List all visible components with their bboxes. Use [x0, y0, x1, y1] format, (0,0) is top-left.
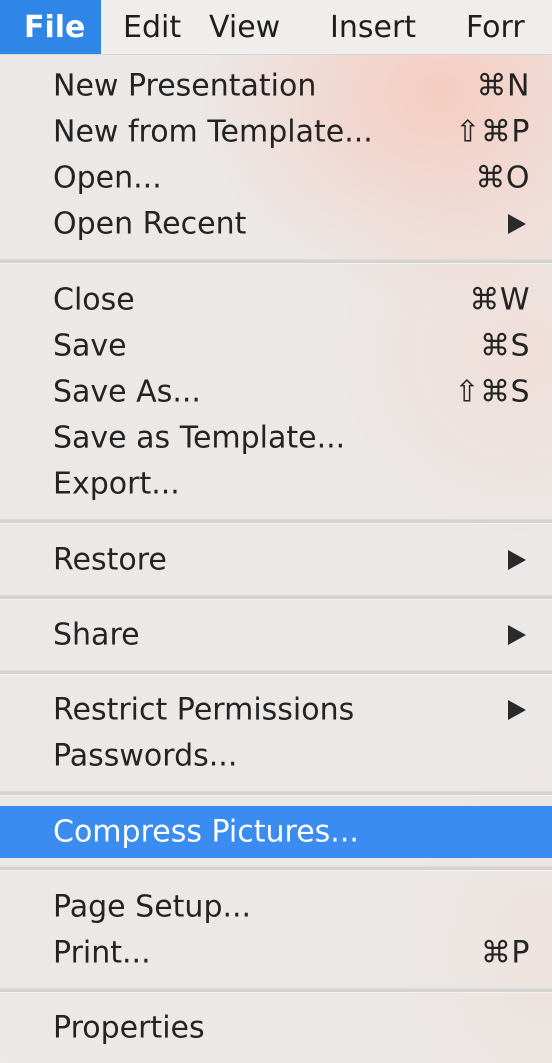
menu-item-passwords[interactable]: Passwords... [0, 733, 552, 779]
menu-item-new-presentation[interactable]: New Presentation ⌘N [0, 63, 552, 109]
menu-item-label: Passwords... [53, 738, 238, 774]
menu-item-label: Save As... [53, 374, 201, 410]
shortcut-label: ⌘S [479, 328, 530, 364]
screen: File Edit View Insert Forr New Presentat… [0, 0, 552, 1063]
menu-item-save-as[interactable]: Save As... ⇧⌘S [0, 369, 552, 415]
menu-item-new-from-template[interactable]: New from Template... ⇧⌘P [0, 109, 552, 155]
menu-item-save[interactable]: Save ⌘S [0, 323, 552, 369]
menu-item-save-as-template[interactable]: Save as Template... [0, 415, 552, 461]
menu-view[interactable]: View [207, 0, 326, 54]
menu-item-label: Save [53, 328, 127, 364]
menu-item-label: Compress Pictures... [53, 814, 359, 850]
menu-item-label: Close [53, 282, 135, 318]
menu-item-label: Page Setup... [53, 889, 252, 925]
menu-item-label: Properties [53, 1010, 205, 1046]
shortcut-label: ⌘N [476, 68, 530, 104]
shortcut-label: ⇧⌘S [454, 374, 530, 410]
menu-item-label: New Presentation [53, 68, 317, 104]
menu-item-close[interactable]: Close ⌘W [0, 277, 552, 323]
menu-item-open-recent[interactable]: Open Recent [0, 201, 552, 247]
file-menu-dropdown: New Presentation ⌘N New from Template...… [0, 54, 552, 1063]
menu-item-export[interactable]: Export... [0, 461, 552, 507]
menu-item-share[interactable]: Share [0, 612, 552, 658]
menu-format[interactable]: Forr [464, 0, 552, 54]
submenu-arrow-icon [508, 550, 526, 570]
menu-item-restore[interactable]: Restore [0, 537, 552, 583]
menu-separator [0, 595, 552, 600]
menu-item-properties[interactable]: Properties [0, 1005, 552, 1051]
menu-item-open[interactable]: Open... ⌘O [0, 155, 552, 201]
menu-item-label: New from Template... [53, 114, 373, 150]
menu-separator [0, 988, 552, 993]
shortcut-label: ⌘W [469, 282, 530, 318]
menu-insert[interactable]: Insert [326, 0, 464, 54]
menu-separator [0, 519, 552, 524]
menu-item-restrict-permissions[interactable]: Restrict Permissions [0, 687, 552, 733]
menu-item-print[interactable]: Print... ⌘P [0, 930, 552, 976]
menu-separator [0, 670, 552, 675]
menu-item-label: Open... [53, 160, 162, 196]
menu-separator [0, 866, 552, 871]
menu-item-label: Save as Template... [53, 420, 346, 456]
menu-bar: File Edit View Insert Forr [0, 0, 552, 55]
menu-item-label: Share [53, 617, 140, 653]
submenu-arrow-icon [508, 700, 526, 720]
menu-item-label: Print... [53, 935, 151, 971]
menu-item-label: Restore [53, 542, 167, 578]
menu-item-label: Open Recent [53, 206, 247, 242]
shortcut-label: ⇧⌘P [455, 114, 530, 150]
menu-item-label: Restrict Permissions [53, 692, 355, 728]
menu-file[interactable]: File [0, 0, 101, 54]
submenu-arrow-icon [508, 625, 526, 645]
menu-separator [0, 791, 552, 796]
menu-edit[interactable]: Edit [101, 0, 207, 54]
menu-item-compress-pictures[interactable]: Compress Pictures... [0, 806, 552, 858]
menu-separator [0, 259, 552, 264]
shortcut-label: ⌘P [480, 935, 530, 971]
menu-item-page-setup[interactable]: Page Setup... [0, 884, 552, 930]
shortcut-label: ⌘O [475, 160, 530, 196]
menu-item-label: Export... [53, 466, 180, 502]
submenu-arrow-icon [508, 214, 526, 234]
